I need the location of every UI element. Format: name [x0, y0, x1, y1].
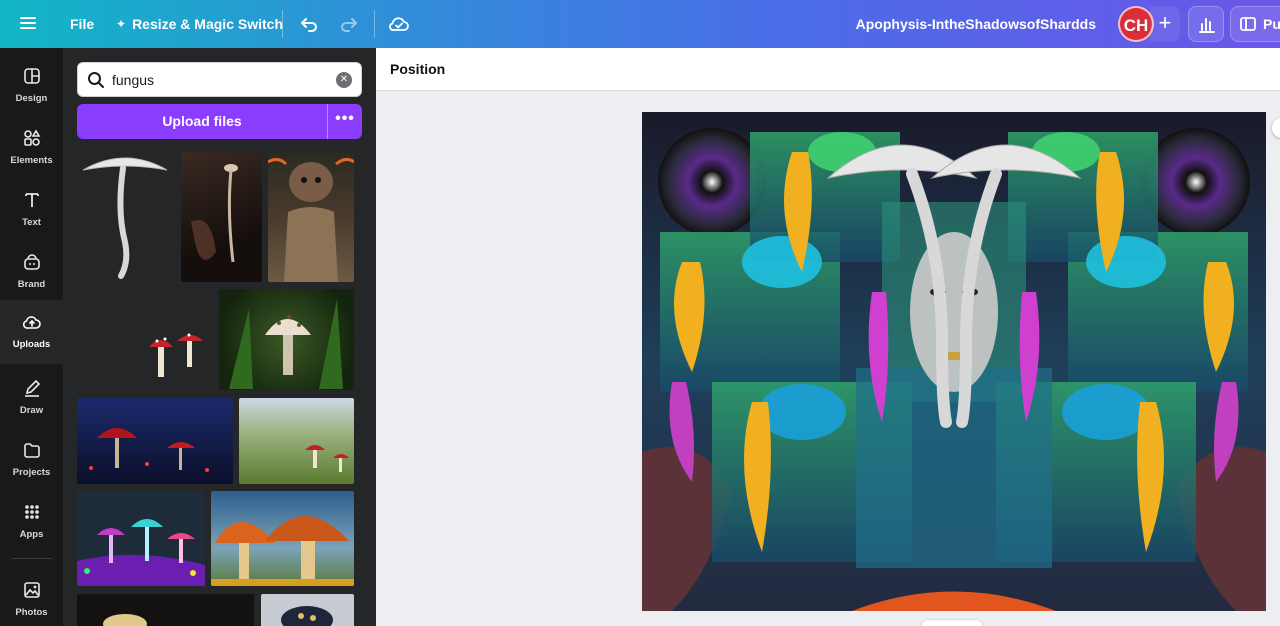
- divider: [12, 558, 52, 559]
- rail-item-uploads[interactable]: Uploads: [0, 300, 63, 364]
- search-icon: [88, 72, 104, 88]
- upload-thumbnail[interactable]: [261, 594, 354, 626]
- apps-icon: [24, 505, 39, 519]
- rail-item-projects[interactable]: Projects: [0, 432, 63, 494]
- uploads-panel: ✕ Upload files •••: [63, 48, 376, 626]
- upload-thumbnail[interactable]: [211, 491, 354, 586]
- cloud-saved-icon[interactable]: [387, 12, 411, 36]
- rail-label: Draw: [19, 405, 44, 416]
- rail-item-design[interactable]: Design: [0, 58, 63, 120]
- rail-label: Apps: [19, 529, 44, 540]
- red-mushrooms-image: [149, 333, 203, 377]
- file-menu-button[interactable]: File: [70, 0, 94, 48]
- rail-label: Design: [15, 93, 48, 104]
- rail-item-brand[interactable]: Brand: [0, 244, 63, 306]
- brand-icon: [23, 254, 40, 270]
- clear-search-icon[interactable]: ✕: [336, 72, 352, 88]
- uploads-icon: [22, 316, 41, 329]
- upload-thumbnail[interactable]: [77, 491, 205, 586]
- glowing-mushrooms-image: [89, 428, 209, 472]
- orange-mushrooms-image: [211, 516, 354, 586]
- text-icon: [24, 193, 39, 207]
- search-input[interactable]: [112, 69, 322, 91]
- upload-thumbnail[interactable]: [268, 152, 354, 282]
- rail-item-elements[interactable]: Elements: [0, 120, 63, 182]
- meadow-mushrooms-image: [305, 445, 349, 472]
- search-box[interactable]: ✕: [77, 62, 362, 97]
- upload-thumbnail[interactable]: [181, 152, 262, 282]
- present-icon: [1240, 17, 1256, 31]
- rail-label: Uploads: [12, 339, 51, 350]
- upload-thumbnail[interactable]: [77, 594, 254, 626]
- redo-icon[interactable]: [337, 12, 361, 36]
- rail-item-draw[interactable]: Draw: [0, 370, 63, 432]
- document-title[interactable]: Apophysis-IntheShadowsofShardds: [856, 0, 1096, 48]
- bar-chart-icon: [1199, 18, 1215, 33]
- divider: [374, 10, 375, 38]
- upload-thumbnail[interactable]: [239, 398, 354, 484]
- upload-thumbnail[interactable]: [219, 289, 354, 390]
- upload-thumbnail[interactable]: [77, 398, 233, 484]
- upload-files-button[interactable]: Upload files: [77, 104, 327, 139]
- rail-label: Photos: [15, 607, 48, 618]
- publish-label: Pu: [1263, 16, 1280, 32]
- rail-label: Brand: [17, 279, 46, 290]
- spotted-mushroom-image: [229, 299, 343, 389]
- context-toolbar: Position: [376, 48, 1280, 91]
- add-collaborator-button[interactable]: +: [1150, 6, 1180, 42]
- divider: [282, 10, 283, 38]
- rail-label: Projects: [12, 467, 51, 478]
- photos-icon: [23, 582, 40, 598]
- position-button[interactable]: Position: [390, 48, 445, 91]
- resize-magic-switch-button[interactable]: ✦ Resize & Magic Switch: [116, 0, 283, 48]
- mushroom-image: [103, 614, 147, 626]
- resize-label: Resize & Magic Switch: [132, 16, 283, 32]
- rail-label: Text: [22, 217, 41, 228]
- projects-icon: [23, 443, 40, 458]
- menu-icon[interactable]: [20, 14, 42, 34]
- mushroom-image: [82, 157, 168, 279]
- rail-label: Elements: [10, 155, 53, 166]
- rail-item-apps[interactable]: Apps: [0, 494, 63, 556]
- mushroom-image: [191, 164, 238, 263]
- left-rail: Design Elements Text Brand Uploads Draw …: [0, 48, 63, 626]
- draw-icon: [24, 379, 40, 397]
- upload-thumbnail[interactable]: [77, 152, 175, 282]
- insights-button[interactable]: [1188, 6, 1224, 42]
- neon-mushrooms-image: [77, 519, 205, 586]
- elements-icon: [23, 129, 40, 146]
- page-handle[interactable]: [922, 620, 982, 626]
- publish-button[interactable]: Pu: [1230, 6, 1280, 42]
- fractal-artwork: [642, 112, 1266, 611]
- rail-item-photos[interactable]: Photos: [0, 572, 63, 626]
- design-icon: [23, 68, 40, 84]
- mushroom-image: [281, 606, 333, 626]
- upload-more-button[interactable]: •••: [327, 104, 362, 139]
- rail-item-text[interactable]: Text: [0, 182, 63, 244]
- upload-thumbnail[interactable]: [77, 289, 213, 390]
- undo-icon[interactable]: [297, 12, 321, 36]
- avatar[interactable]: CH: [1118, 6, 1154, 42]
- top-bar: File ✦ Resize & Magic Switch Apophysis-I…: [0, 0, 1280, 48]
- sparkle-icon: ✦: [116, 17, 127, 31]
- design-canvas-image[interactable]: [642, 112, 1266, 611]
- fungus-creature-image: [268, 157, 354, 282]
